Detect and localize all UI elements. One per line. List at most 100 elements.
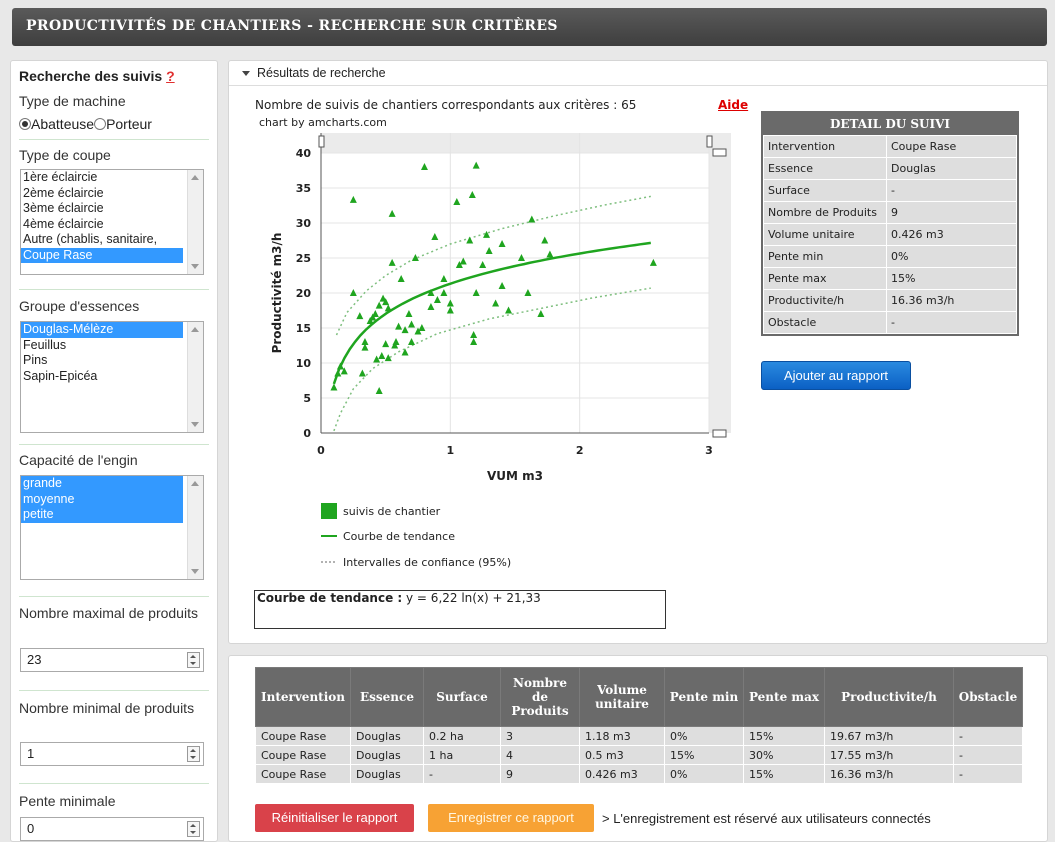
report-cell: Douglas (350, 764, 424, 784)
report-cell: - (423, 764, 501, 784)
min-produits-value: 1 (27, 746, 35, 761)
listbox-scrollbar[interactable] (187, 322, 203, 432)
report-cell: 0.5 m3 (579, 745, 665, 765)
divider (19, 289, 209, 290)
report-row[interactable]: Coupe Rase Douglas -9 0.426 m3 0% 15% 16.36 m3… (255, 764, 1023, 784)
report-cell: 3 (500, 726, 580, 746)
detail-row: Productivite/h 16.36 m3/h (763, 289, 1017, 312)
listbox-option[interactable]: 3ème éclaircie (21, 201, 183, 217)
y-axis-label: Productivité m3/h (270, 233, 284, 354)
listbox-option[interactable]: Douglas-Mélèze (21, 322, 183, 338)
add-to-report-button[interactable]: Ajouter au rapport (761, 361, 911, 390)
report-cell: 15% (664, 745, 744, 765)
stepper-arrows-icon[interactable] (187, 746, 200, 762)
essences-label: Groupe d'essences (19, 298, 140, 314)
productivity-scatter-chart[interactable]: 0 1 2 30510152025303540VUM m3Productivité m… (229, 61, 759, 581)
detail-row: Pente min 0% (763, 245, 1017, 268)
report-cell: Coupe Rase (255, 745, 351, 765)
listbox-option[interactable]: 1ère éclaircie (21, 170, 183, 186)
radio-abatteuse[interactable] (19, 118, 31, 130)
x-axis-label: VUM m3 (487, 469, 543, 483)
sidebar-title: Recherche des suivis ? (19, 68, 175, 84)
report-cell: 15% (743, 726, 825, 746)
capacite-listbox[interactable]: grande moyenne petite (20, 475, 204, 580)
results-panel: Résultats de recherche Nombre de suivis … (228, 60, 1048, 644)
y-tick-label: 15 (296, 322, 311, 335)
help-link[interactable]: ? (166, 68, 175, 84)
y-tick-label: 40 (296, 147, 312, 160)
y-scroll-grip-bottom[interactable] (712, 148, 727, 157)
detail-key: Productivite/h (763, 289, 887, 312)
listbox-option[interactable]: Autre (chablis, sanitaire, (21, 232, 183, 248)
report-cell: 1 ha (423, 745, 501, 765)
report-cell: Coupe Rase (255, 726, 351, 746)
listbox-option[interactable]: moyenne (21, 491, 183, 507)
stepper-arrows-icon[interactable] (187, 652, 200, 668)
x-tick-label: 2 (576, 444, 584, 457)
machine-type-label: Type de machine (19, 93, 126, 109)
x-scroll-grip-right[interactable] (706, 135, 713, 148)
app-header: PRODUCTIVITÉS DE CHANTIERS - RECHERCHE S… (12, 8, 1047, 46)
min-produits-label: Nombre minimal de produits (19, 700, 195, 716)
detail-row: Volume unitaire 0.426 m3 (763, 223, 1017, 246)
x-scroll-area[interactable] (321, 133, 731, 153)
report-cell: - (953, 745, 1023, 765)
report-row[interactable]: Coupe Rase Douglas 0.2 ha 3 1.18 m3 0% 15% 19.6… (255, 726, 1023, 746)
report-column-header: Volume unitaire (579, 667, 665, 727)
pente-min-value: 0 (27, 821, 35, 836)
coupe-type-listbox[interactable]: 1ère éclaircie 2ème éclaircie 3ème éclairc… (20, 169, 204, 275)
y-tick-label: 5 (303, 392, 311, 405)
y-tick-label: 10 (296, 357, 312, 370)
x-tick-label: 3 (705, 444, 713, 457)
detail-key: Nombre de Produits (763, 201, 887, 224)
detail-row: Surface - (763, 179, 1017, 202)
report-cell: 16.36 m3/h (824, 764, 954, 784)
listbox-option[interactable]: grande (21, 476, 183, 492)
listbox-option[interactable]: petite (21, 507, 183, 523)
listbox-scrollbar[interactable] (187, 476, 203, 579)
detail-key: Obstacle (763, 311, 887, 334)
stepper-arrows-icon[interactable] (187, 821, 200, 837)
detail-title: DETAIL DU SUIVI (829, 117, 951, 131)
detail-value: - (886, 311, 1017, 334)
report-cell: 30% (743, 745, 825, 765)
trend-formula-box: Courbe de tendance : y = 6,22 ln(x) + 21… (254, 590, 666, 629)
x-tick-label: 0 (317, 444, 325, 457)
x-tick-label: 1 (447, 444, 455, 457)
detail-row: Essence Douglas (763, 157, 1017, 180)
listbox-option[interactable]: 2ème éclaircie (21, 186, 183, 202)
legend-swatch-points (321, 503, 337, 519)
coupe-type-label: Type de coupe (19, 147, 111, 163)
detail-value: 9 (886, 201, 1017, 224)
report-cell: 1.18 m3 (579, 726, 665, 746)
listbox-option[interactable]: Sapin-Epicéa (21, 369, 183, 385)
report-row[interactable]: Coupe Rase Douglas 1 ha 4 0.5 m3 15% 30% 17.55 … (255, 745, 1023, 765)
save-report-button[interactable]: Enregistrer ce rapport (428, 804, 594, 832)
detail-key: Pente min (763, 245, 887, 268)
report-cell: Douglas (350, 745, 424, 765)
listbox-option[interactable]: Feuillus (21, 338, 183, 354)
max-produits-label: Nombre maximal de produits (19, 605, 198, 621)
capacite-label: Capacité de l'engin (19, 452, 138, 468)
report-column-header: Obstacle (953, 667, 1023, 727)
pente-min-stepper[interactable]: 0 (20, 817, 204, 841)
reset-report-button[interactable]: Réinitialiser le rapport (255, 804, 414, 832)
detail-value: 0% (886, 245, 1017, 268)
listbox-option[interactable]: Pins (21, 353, 183, 369)
detail-key: Intervention (763, 135, 887, 158)
listbox-option[interactable]: 4ème éclaircie (21, 217, 183, 233)
max-produits-stepper[interactable]: 23 (20, 648, 204, 672)
essences-listbox[interactable]: Douglas-Mélèze Feuillus Pins Sapin-Epicéa (20, 321, 204, 433)
detail-table: DETAIL DU SUIVI Intervention Coupe Rase Es… (761, 111, 1019, 336)
min-produits-stepper[interactable]: 1 (20, 742, 204, 766)
listbox-option[interactable]: Coupe Rase (21, 247, 183, 263)
listbox-scrollbar[interactable] (187, 170, 203, 274)
y-scroll-grip-top[interactable] (318, 135, 325, 148)
x-scroll-grip-end[interactable] (712, 429, 727, 438)
detail-key: Volume unitaire (763, 223, 887, 246)
y-tick-label: 25 (296, 252, 311, 265)
y-tick-label: 20 (296, 287, 312, 300)
radio-porteur[interactable] (94, 118, 107, 130)
pente-min-label: Pente minimale (19, 793, 116, 809)
y-scroll-area[interactable] (709, 133, 731, 433)
